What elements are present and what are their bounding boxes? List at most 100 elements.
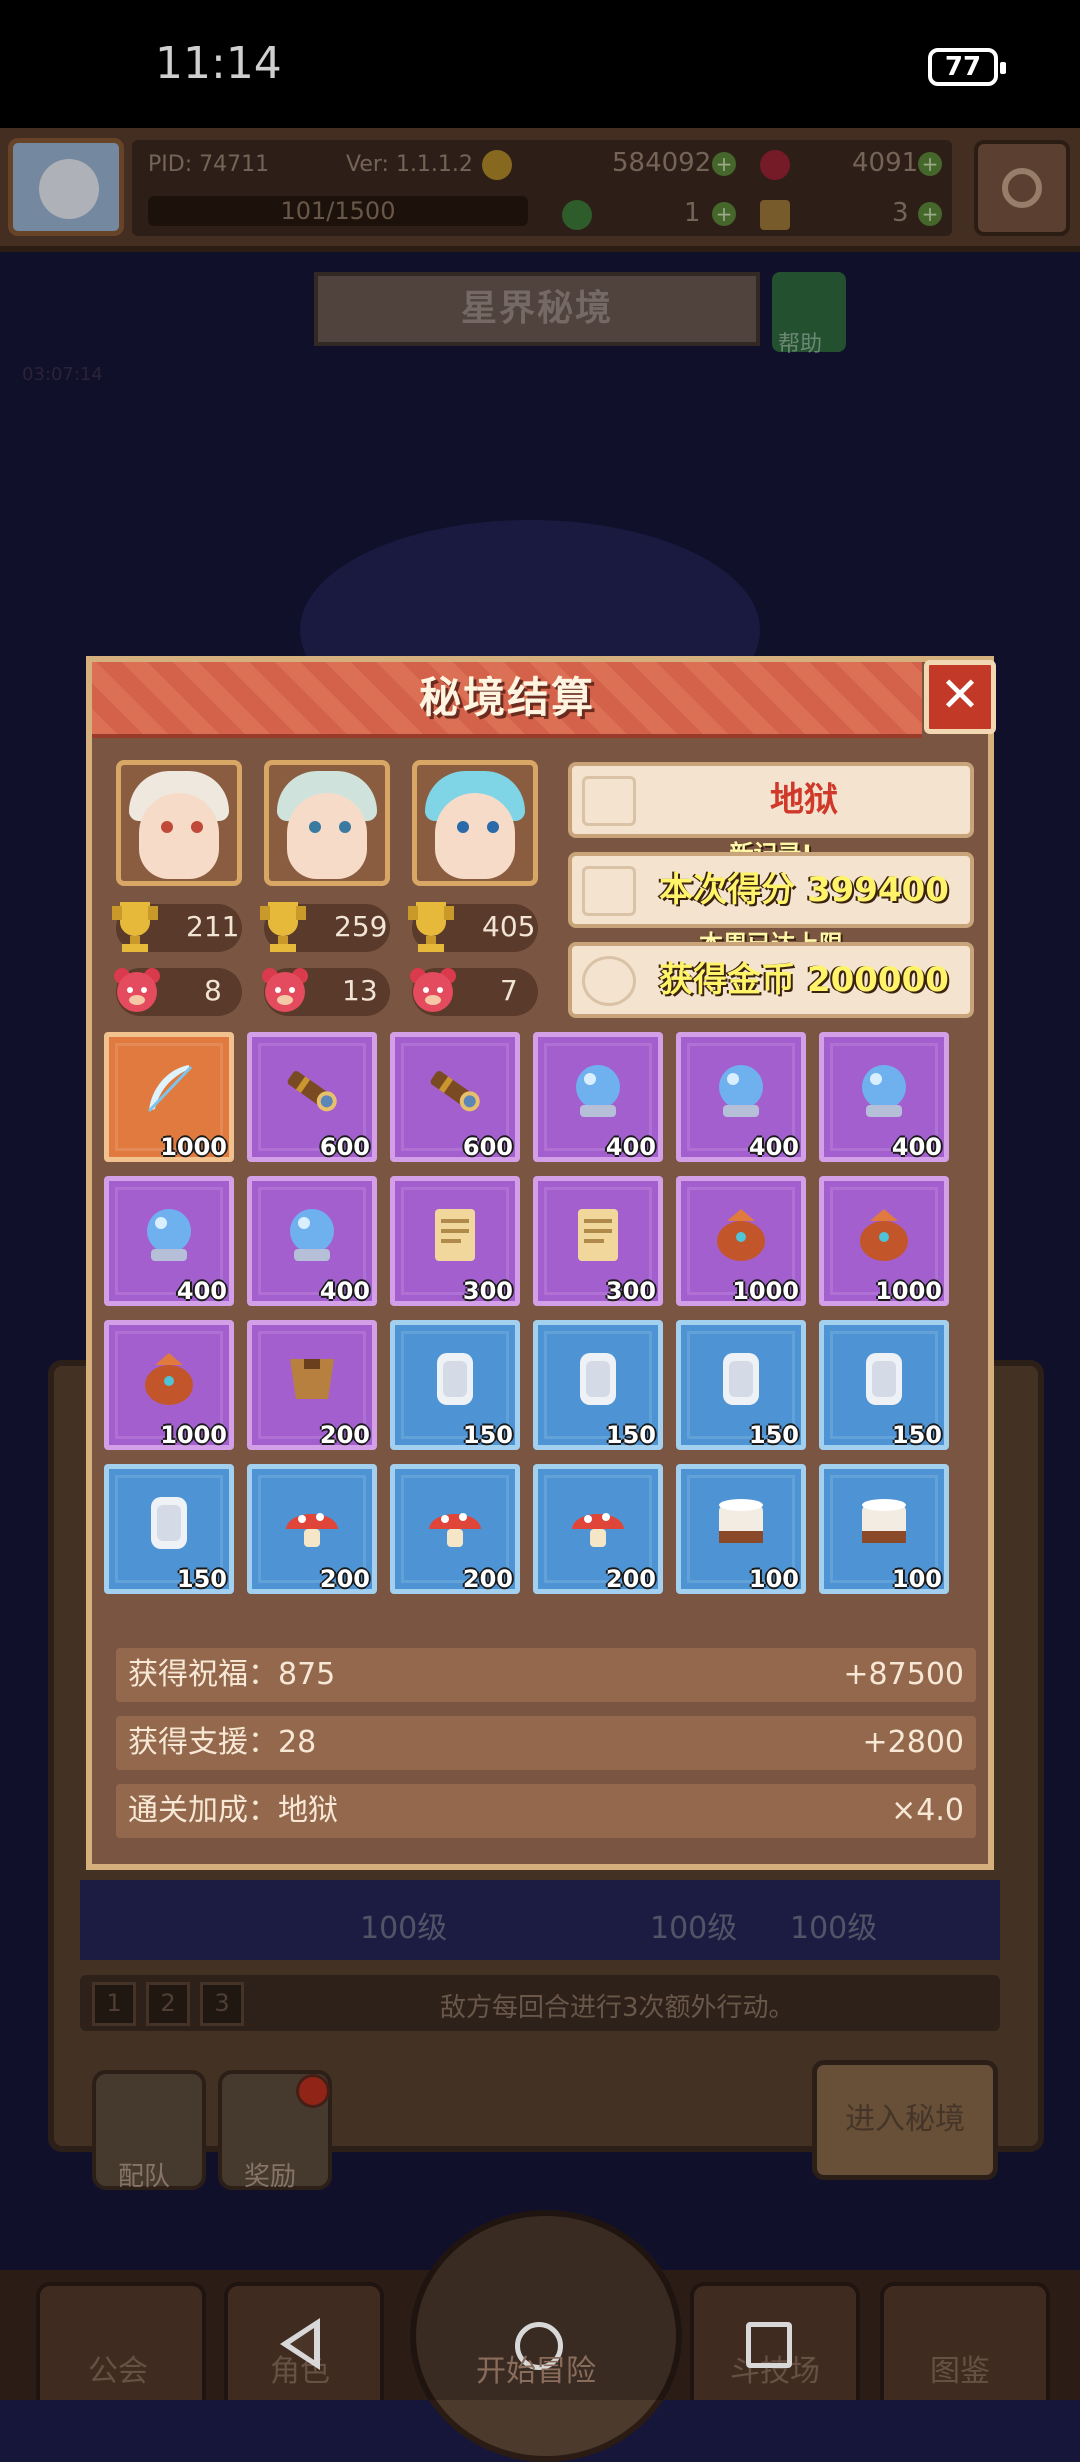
reward-item-mushroom[interactable]: 200 — [247, 1464, 377, 1594]
add-gold-icon[interactable]: + — [712, 152, 736, 176]
crystal-ball-icon — [137, 1203, 201, 1267]
item-quantity: 150 — [462, 1421, 513, 1449]
reward-item-crystal-ball[interactable]: 400 — [247, 1176, 377, 1306]
item-quantity: 1000 — [160, 1133, 227, 1161]
crystal-ball-icon — [852, 1059, 916, 1123]
crystal-ball-icon — [280, 1203, 344, 1267]
realm-title: 星界秘境 — [314, 272, 760, 346]
difficulty-text: 地狱 — [770, 780, 838, 820]
reward-item-telescope[interactable]: 600 — [390, 1032, 520, 1162]
add-clover-icon[interactable]: + — [712, 202, 736, 226]
hero-eye — [191, 821, 203, 833]
gold-amount: 584092 — [612, 148, 712, 178]
crystal-ball-icon — [709, 1059, 773, 1123]
tablet-icon — [423, 1347, 487, 1411]
reward-item-crystal-ball[interactable]: 400 — [104, 1176, 234, 1306]
trophy-icon — [112, 898, 158, 954]
reward-item-mushroom[interactable]: 200 — [390, 1464, 520, 1594]
enter-realm-button[interactable]: 进入秘境 — [812, 2060, 998, 2180]
result-modal: 秘境结算 ✕ 211 259 405 8 13 7 地狱 本次得分 399400… — [86, 656, 996, 1870]
hero-portrait-3 — [412, 760, 538, 886]
blessing-value: +87500 — [843, 1657, 964, 1692]
player-avatar[interactable] — [8, 138, 124, 236]
hero-3-trophy-value: 405 — [482, 910, 536, 943]
hud-panel: PID: 74711 Ver: 1.1.1.2 584092 + 4091 + … — [132, 140, 952, 236]
mushroom-icon — [280, 1491, 344, 1555]
hero-eye — [487, 821, 499, 833]
reward-item-tablet[interactable]: 150 — [390, 1320, 520, 1450]
clover-amount: 1 — [684, 198, 701, 228]
item-quantity: 150 — [176, 1565, 227, 1593]
item-quantity: 1000 — [875, 1277, 942, 1305]
item-quantity: 100 — [748, 1565, 799, 1593]
system-recent-icon[interactable] — [746, 2322, 792, 2368]
exp-bar: 101/1500 — [148, 196, 528, 226]
drum-icon — [852, 1491, 916, 1555]
trophy-icon — [408, 898, 454, 954]
score-box: 本次得分 399400 — [568, 852, 974, 928]
pouch-icon — [852, 1203, 916, 1267]
item-quantity: 200 — [319, 1565, 370, 1593]
page-2-button[interactable]: 2 — [146, 1982, 190, 2026]
pouch-icon — [709, 1203, 773, 1267]
page-1-button[interactable]: 1 — [92, 1982, 136, 2026]
add-key-icon[interactable]: + — [918, 202, 942, 226]
drum-icon — [709, 1491, 773, 1555]
reward-item-tablet[interactable]: 150 — [104, 1464, 234, 1594]
reward-item-armor[interactable]: 200 — [247, 1320, 377, 1450]
feather-icon — [137, 1059, 201, 1123]
top-hud: PID: 74711 Ver: 1.1.1.2 584092 + 4091 + … — [0, 128, 1080, 252]
scroll-icon — [566, 1203, 630, 1267]
hero-portrait-2 — [264, 760, 390, 886]
clover-icon — [562, 200, 592, 230]
page-3-button[interactable]: 3 — [200, 1982, 244, 2026]
hero-face — [139, 793, 219, 879]
summary-row-support: 获得支援：28 +2800 — [116, 1716, 976, 1770]
nav-label-guild: 公会 — [88, 2354, 148, 2389]
tablet-icon — [566, 1347, 630, 1411]
hero-3-bear-value: 7 — [500, 974, 518, 1007]
gold-coin-icon — [482, 150, 512, 180]
reward-item-crystal-ball[interactable]: 400 — [676, 1032, 806, 1162]
item-quantity: 200 — [462, 1565, 513, 1593]
settings-gear-icon[interactable] — [974, 140, 1070, 236]
reward-item-pouch[interactable]: 1000 — [104, 1320, 234, 1450]
reward-item-tablet[interactable]: 150 — [676, 1320, 806, 1450]
level-1: 100级 — [360, 1911, 448, 1946]
add-gem-icon[interactable]: + — [918, 152, 942, 176]
item-quantity: 400 — [605, 1133, 656, 1161]
bonus-value: ×4.0 — [891, 1793, 964, 1828]
reward-item-crystal-ball[interactable]: 400 — [533, 1032, 663, 1162]
level-2: 100级 — [650, 1911, 738, 1946]
summary-row-bonus: 通关加成：地狱 ×4.0 — [116, 1784, 976, 1838]
bear-icon — [112, 966, 162, 1014]
difficulty-box: 地狱 — [568, 762, 974, 838]
item-quantity: 100 — [891, 1565, 942, 1593]
notification-dot — [296, 2074, 330, 2108]
item-quantity: 400 — [891, 1133, 942, 1161]
reward-item-telescope[interactable]: 600 — [247, 1032, 377, 1162]
hero-portrait-1 — [116, 760, 242, 886]
reward-item-pouch[interactable]: 1000 — [676, 1176, 806, 1306]
reward-item-pouch[interactable]: 1000 — [819, 1176, 949, 1306]
tablet-icon — [709, 1347, 773, 1411]
reward-item-drum[interactable]: 100 — [819, 1464, 949, 1594]
hero-eye — [309, 821, 321, 833]
reward-item-tablet[interactable]: 150 — [819, 1320, 949, 1450]
tablet-icon — [852, 1347, 916, 1411]
team-button-label: 配队 — [118, 2162, 171, 2192]
reward-button-label: 奖励 — [244, 2162, 297, 2192]
hero-eye — [339, 821, 351, 833]
reward-item-tablet[interactable]: 150 — [533, 1320, 663, 1450]
reward-item-drum[interactable]: 100 — [676, 1464, 806, 1594]
reward-item-scroll[interactable]: 300 — [390, 1176, 520, 1306]
armor-icon — [280, 1347, 344, 1411]
modal-title: 秘境结算 — [418, 673, 595, 722]
reward-item-crystal-ball[interactable]: 400 — [819, 1032, 949, 1162]
reward-item-feather[interactable]: 1000 — [104, 1032, 234, 1162]
hero-eye — [161, 821, 173, 833]
close-button[interactable]: ✕ — [924, 660, 996, 734]
reward-item-scroll[interactable]: 300 — [533, 1176, 663, 1306]
reward-item-mushroom[interactable]: 200 — [533, 1464, 663, 1594]
event-timer: 03:07:14 — [22, 364, 103, 385]
